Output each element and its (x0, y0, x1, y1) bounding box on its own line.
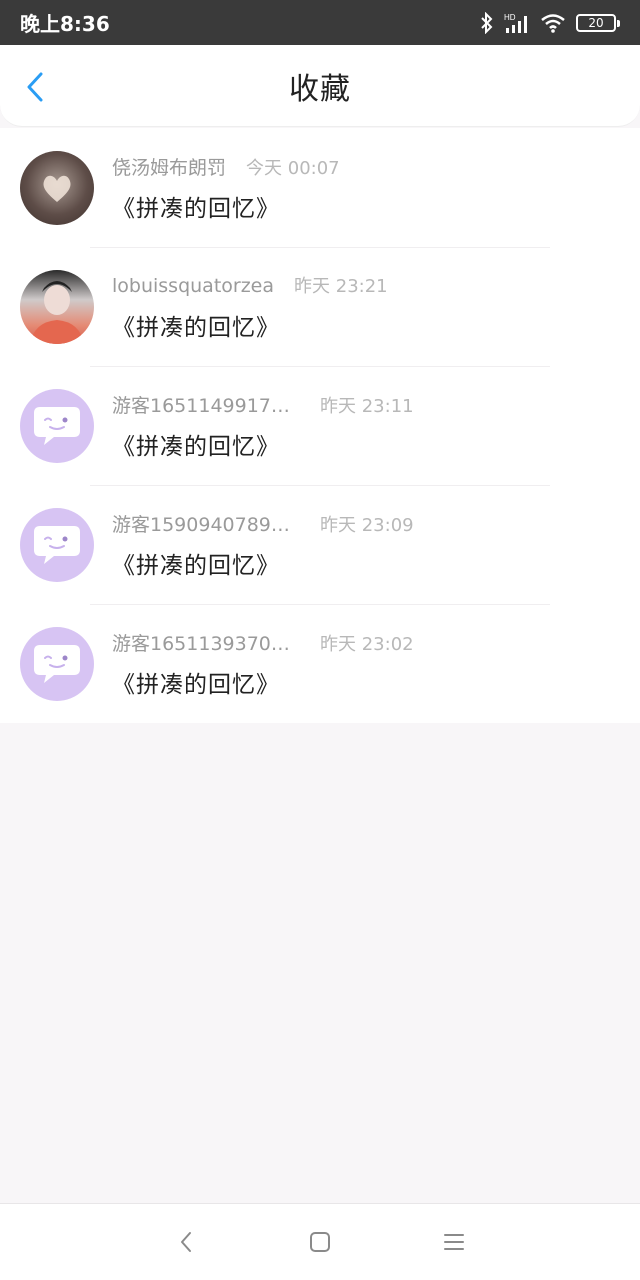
page-title: 收藏 (289, 71, 351, 107)
user-photo-icon (30, 280, 84, 344)
home-nav-icon (310, 1232, 330, 1252)
avatar[interactable] (20, 269, 94, 344)
list-item[interactable]: 游客16511393709… 昨天 23:02 《拼凑的回忆》 (0, 604, 640, 723)
user-name: 侥汤姆布朗罚 (112, 156, 227, 179)
item-title: 《拼凑的回忆》 (112, 195, 280, 222)
item-content: 侥汤姆布朗罚 今天 00:07 《拼凑的回忆》 (112, 153, 340, 223)
hd-signal-icon: HD (504, 12, 530, 34)
user-name: 游客16511499175… (112, 394, 300, 417)
svg-text:HD: HD (504, 13, 516, 22)
item-content: 游客1590940789… 昨天 23:09 《拼凑的回忆》 (112, 510, 414, 580)
favorites-list: 侥汤姆布朗罚 今天 00:07 《拼凑的回忆》 lobuissquatorzea… (0, 128, 640, 723)
list-item[interactable]: lobuissquatorzea 昨天 23:21 《拼凑的回忆》 (0, 247, 640, 366)
item-meta: 游客1590940789… 昨天 23:09 (112, 510, 414, 540)
item-title: 《拼凑的回忆》 (112, 552, 280, 579)
timestamp: 昨天 23:11 (320, 395, 414, 417)
nav-menu-button[interactable] (437, 1225, 471, 1259)
item-title: 《拼凑的回忆》 (112, 433, 280, 460)
item-title: 《拼凑的回忆》 (112, 314, 280, 341)
item-content: 游客16511499175… 昨天 23:11 《拼凑的回忆》 (112, 391, 414, 461)
chat-bubble-icon (34, 406, 80, 445)
back-button[interactable] (18, 70, 52, 104)
avatar[interactable] (20, 626, 94, 701)
status-icons: HD 20 (480, 11, 620, 34)
item-content: 游客16511393709… 昨天 23:02 《拼凑的回忆》 (112, 629, 414, 699)
navigation-bar (0, 1203, 640, 1280)
timestamp: 昨天 23:02 (320, 633, 414, 655)
user-name: 游客16511393709… (112, 632, 300, 655)
chat-bubble-icon (34, 525, 80, 564)
list-item[interactable]: 侥汤姆布朗罚 今天 00:07 《拼凑的回忆》 (0, 128, 640, 247)
item-meta: 游客16511393709… 昨天 23:02 (112, 629, 414, 659)
avatar[interactable] (20, 150, 94, 225)
battery-icon: 20 (576, 13, 620, 32)
status-bar: 晚上8:36 HD 20 (0, 0, 640, 45)
heart-icon (43, 175, 71, 202)
item-content: lobuissquatorzea 昨天 23:21 《拼凑的回忆》 (112, 272, 388, 342)
timestamp: 昨天 23:21 (294, 275, 388, 297)
timestamp: 昨天 23:09 (320, 514, 414, 536)
status-time: 晚上8:36 (20, 12, 110, 36)
chat-bubble-icon (34, 644, 80, 683)
wifi-icon (540, 13, 566, 33)
avatar[interactable] (20, 507, 94, 582)
item-meta: lobuissquatorzea 昨天 23:21 (112, 272, 388, 302)
item-meta: 游客16511499175… 昨天 23:11 (112, 391, 414, 421)
timestamp: 今天 00:07 (246, 157, 340, 179)
back-nav-icon (181, 1232, 191, 1252)
user-name: lobuissquatorzea (112, 274, 275, 297)
header: 收藏 (0, 45, 640, 127)
chevron-left-icon (27, 72, 43, 102)
user-name: 游客1590940789… (112, 513, 290, 536)
list-item[interactable]: 游客16511499175… 昨天 23:11 《拼凑的回忆》 (0, 366, 640, 485)
nav-back-button[interactable] (169, 1225, 203, 1259)
item-title: 《拼凑的回忆》 (112, 671, 280, 698)
nav-home-button[interactable] (303, 1225, 337, 1259)
bluetooth-icon (480, 11, 494, 34)
list-item[interactable]: 游客1590940789… 昨天 23:09 《拼凑的回忆》 (0, 485, 640, 604)
menu-nav-icon (444, 1234, 464, 1250)
avatar[interactable] (20, 388, 94, 463)
item-meta: 侥汤姆布朗罚 今天 00:07 (112, 153, 340, 183)
